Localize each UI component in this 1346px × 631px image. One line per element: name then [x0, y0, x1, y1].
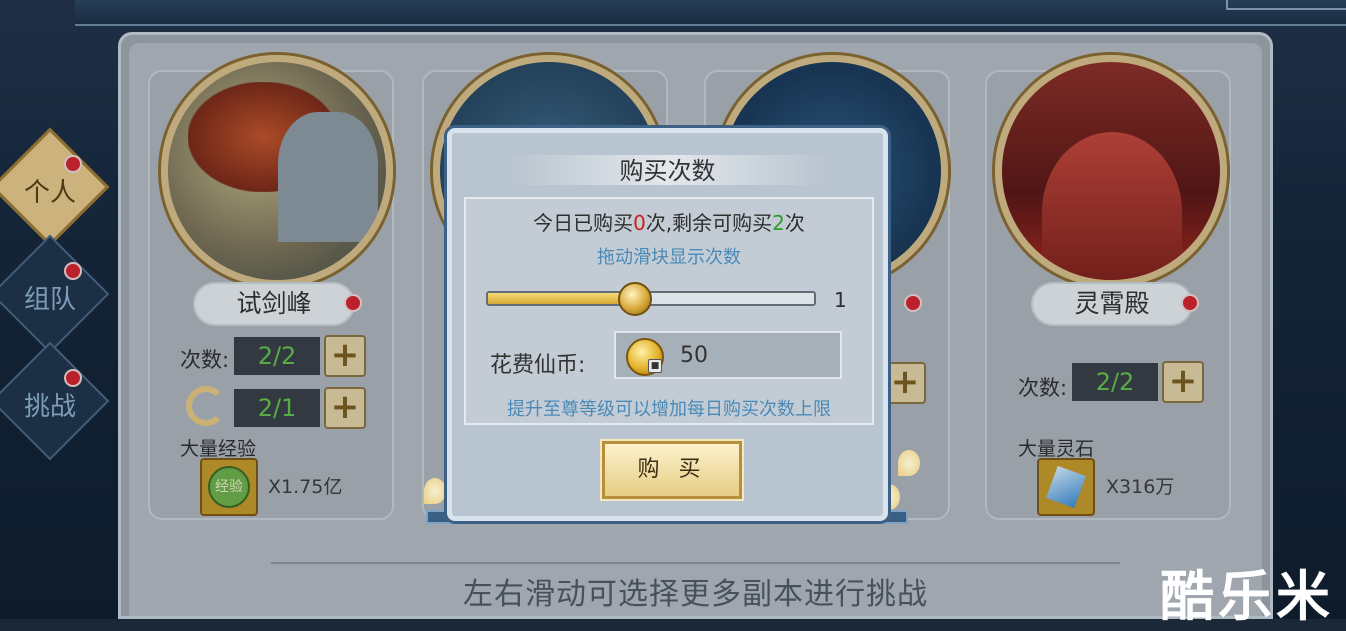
quantity-slider-fill — [488, 293, 635, 304]
purchase-status-prefix: 今日已购买 — [533, 211, 634, 235]
purchase-status: 今日已购买0次,剩余可购买2次 — [466, 207, 872, 236]
cost-label: 花费仙币: — [490, 353, 586, 378]
quantity-value: 1 — [834, 288, 847, 312]
cost-value: 50 — [680, 343, 708, 368]
drag-hint: 拖动滑块显示次数 — [597, 247, 741, 268]
sparkle-icon — [424, 478, 446, 504]
purchase-status-mid: 次,剩余可购买 — [645, 211, 773, 235]
quantity-slider-knob[interactable] — [617, 282, 652, 316]
cost-box: ■ 50 — [614, 331, 842, 379]
buy-attempts-dialog: 购买次数 今日已购买0次,剩余可购买2次 拖动滑块显示次数 1 花费仙币: ■ … — [447, 128, 888, 521]
upgrade-hint: 提升至尊等级可以增加每日购买次数上限 — [507, 399, 831, 420]
buy-button[interactable]: 购 买 — [602, 441, 742, 499]
remaining-count: 2 — [772, 211, 785, 235]
lock-icon: ■ — [648, 359, 662, 373]
purchase-status-suffix: 次 — [784, 211, 805, 235]
sparkle-icon — [898, 450, 920, 476]
watermark-logo: 酷乐米 — [1160, 565, 1334, 628]
purchased-count: 0 — [633, 211, 646, 235]
dialog-title: 购买次数 — [619, 157, 716, 185]
dialog-body: 今日已购买0次,剩余可购买2次 拖动滑块显示次数 1 花费仙币: ■ 50 提升… — [464, 197, 874, 425]
game-background: 个人 组队 挑战 左右滑动可选择更多副本进行挑战 试剑峰 次数: 2/2 + 2… — [0, 0, 1346, 628]
